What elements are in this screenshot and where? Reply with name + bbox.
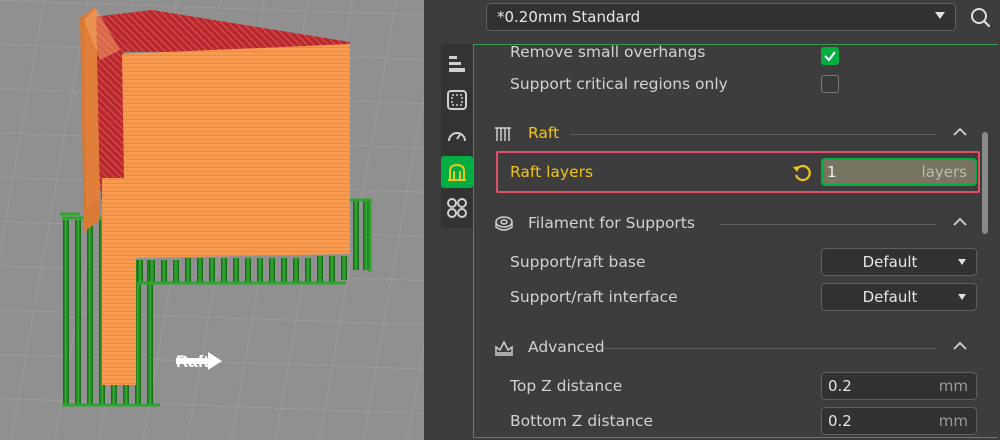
raft-icon <box>495 127 511 141</box>
section-divider <box>570 134 936 135</box>
filament-spool-icon <box>495 216 513 231</box>
checkmark-icon <box>824 51 836 62</box>
chevron-up-icon[interactable] <box>952 126 968 138</box>
setting-label: Support/raft base <box>510 253 646 271</box>
support-critical-regions-checkbox[interactable] <box>821 75 839 93</box>
plate-scene <box>0 0 424 440</box>
bottom-z-distance-input[interactable]: 0.2 mm <box>821 407 977 435</box>
chevron-down-icon <box>958 294 966 300</box>
setting-label: Support critical regions only <box>510 75 728 93</box>
setting-top-z-distance: Top Z distance 0.2 mm <box>474 369 979 403</box>
speed-icon <box>448 132 466 142</box>
support-raft-base-select[interactable]: Default <box>821 248 977 276</box>
model-front-face <box>122 44 350 258</box>
setting-label: Remove small overhangs <box>510 44 706 61</box>
top-z-distance-value: 0.2 <box>828 377 852 395</box>
setting-label: Support/raft interface <box>510 288 678 306</box>
settings-category-tabs <box>441 44 473 228</box>
support-icon <box>448 163 466 181</box>
chevron-down-icon <box>935 12 945 19</box>
section-title: Raft <box>528 124 560 142</box>
bottom-z-distance-value: 0.2 <box>828 412 852 430</box>
setting-label: Top Z distance <box>510 377 623 395</box>
chevron-down-icon <box>958 259 966 265</box>
arrow-right-icon <box>176 352 222 370</box>
process-preset-select[interactable]: *0.20mm Standard <box>486 3 956 31</box>
section-divider <box>604 348 936 349</box>
settings-scrollbar[interactable] <box>982 132 988 234</box>
remove-small-overhangs-checkbox[interactable] <box>821 47 839 65</box>
section-advanced[interactable]: Advanced <box>474 333 979 363</box>
search-icon[interactable] <box>970 7 990 27</box>
support-raft-base-value: Default <box>862 253 918 271</box>
setting-label: Bottom Z distance <box>510 412 654 430</box>
tab-quality[interactable] <box>441 48 473 80</box>
tab-support[interactable] <box>441 156 473 188</box>
tab-speed[interactable] <box>441 120 473 152</box>
3d-viewport[interactable]: Raft <box>0 0 424 440</box>
setting-support-raft-base: Support/raft base Default <box>474 245 979 279</box>
tab-strength[interactable] <box>441 84 473 116</box>
section-filament-for-supports[interactable]: Filament for Supports <box>474 209 979 239</box>
advanced-crown-icon <box>495 340 513 356</box>
chevron-up-icon[interactable] <box>952 340 968 352</box>
chevron-up-icon[interactable] <box>952 216 968 228</box>
preset-row: *0.20mm Standard <box>486 2 996 32</box>
top-z-distance-input[interactable]: 0.2 mm <box>821 372 977 400</box>
setting-support-raft-interface: Support/raft interface Default <box>474 280 979 314</box>
strength-icon <box>447 90 467 110</box>
process-preset-value: *0.20mm Standard <box>497 8 641 26</box>
settings-panel: *0.20mm Standard Remove small overhangs … <box>424 0 1000 440</box>
bottom-z-distance-unit: mm <box>938 412 968 430</box>
section-title: Filament for Supports <box>528 214 695 232</box>
others-icon <box>447 198 467 218</box>
section-raft[interactable]: Raft <box>474 119 979 149</box>
setting-bottom-z-distance: Bottom Z distance 0.2 mm <box>474 404 979 437</box>
model-left-pillar <box>102 178 136 385</box>
quality-icon <box>449 56 465 72</box>
setting-support-critical-regions-only: Support critical regions only <box>474 67 979 101</box>
tab-others[interactable] <box>441 192 473 224</box>
support-raft-interface-select[interactable]: Default <box>821 283 977 311</box>
support-raft-interface-value: Default <box>862 288 918 306</box>
raft-annotation: Raft <box>176 352 222 372</box>
raft-layers-highlight-box <box>496 151 980 193</box>
setting-remove-small-overhangs: Remove small overhangs <box>474 44 979 69</box>
top-z-distance-unit: mm <box>938 377 968 395</box>
support-settings-list[interactable]: Remove small overhangs Support critical … <box>473 44 998 438</box>
section-title: Advanced <box>528 338 605 356</box>
section-divider <box>720 224 936 225</box>
